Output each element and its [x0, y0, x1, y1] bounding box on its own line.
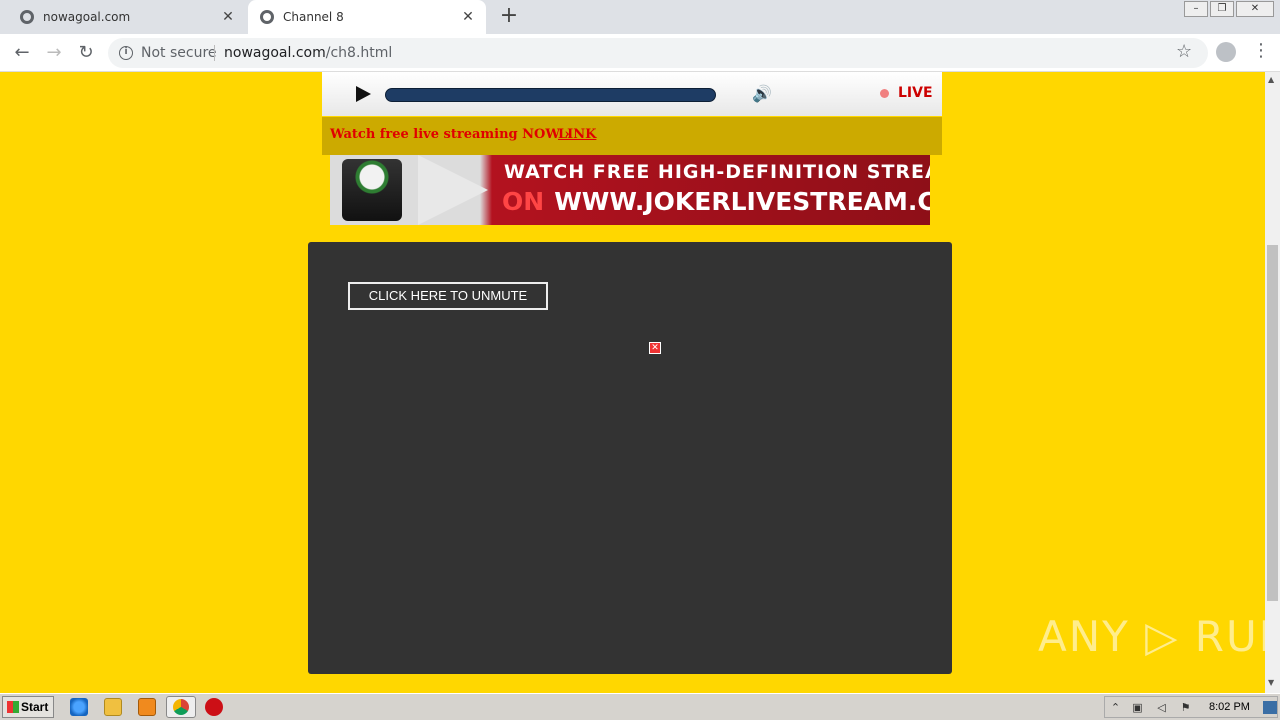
url-separator: [214, 45, 215, 61]
profile-avatar-icon[interactable]: [1216, 42, 1236, 62]
promo-text[interactable]: Watch free live streaming NOW ›: [330, 127, 570, 142]
tab-channel-8[interactable]: Channel 8 ✕: [248, 0, 486, 34]
ad-banner[interactable]: WATCH FREE HIGH-DEFINITION STREAMS ON WWW…: [330, 155, 930, 225]
banner-headline: WATCH FREE HIGH-DEFINITION STREAMS: [504, 161, 930, 183]
live-label: LIVE: [898, 85, 933, 101]
page-content: 🔊 LIVE Watch free live streaming NOW › L…: [0, 72, 1265, 693]
tab-title: nowagoal.com: [43, 10, 131, 24]
promo-bar: Watch free live streaming NOW › LINK: [322, 117, 942, 155]
volume-tray-icon[interactable]: ◁: [1155, 701, 1168, 714]
bookmark-star-icon[interactable]: ☆: [1176, 41, 1192, 62]
start-button[interactable]: Start: [2, 696, 54, 718]
close-tab-icon[interactable]: ✕: [220, 9, 236, 25]
clock[interactable]: 8:02 PM: [1209, 701, 1250, 713]
volume-icon[interactable]: 🔊: [752, 84, 772, 103]
tab-nowagoal[interactable]: nowagoal.com ✕: [8, 0, 246, 34]
scroll-up-icon[interactable]: ▲: [1268, 75, 1274, 84]
back-button[interactable]: ←: [10, 41, 34, 65]
security-label[interactable]: Not secure: [141, 45, 217, 61]
reload-button[interactable]: ↻: [74, 41, 98, 65]
close-tab-icon[interactable]: ✕: [460, 9, 476, 25]
info-icon[interactable]: i: [119, 46, 133, 60]
windows-taskbar: Start ⌃ ▣ ◁ ⚑ 8:02 PM: [0, 693, 1280, 720]
chrome-taskbar-button[interactable]: [166, 696, 196, 718]
address-bar[interactable]: i Not secure nowagoal.com/ch8.html: [108, 38, 1208, 68]
ie-icon[interactable]: [70, 698, 88, 716]
tab-strip: nowagoal.com ✕ Channel 8 ✕ + – ❐ ✕: [0, 0, 1280, 34]
system-tray: ⌃ ▣ ◁ ⚑ 8:02 PM: [1104, 696, 1278, 718]
browser-menu-icon[interactable]: ⋮: [1252, 40, 1270, 61]
video-player[interactable]: CLICK HERE TO UNMUTE ✕: [308, 242, 952, 674]
url-path: /ch8.html: [325, 45, 393, 61]
url-host: nowagoal.com: [224, 45, 326, 61]
forward-button[interactable]: →: [42, 41, 66, 65]
network-icon[interactable]: ▣: [1131, 701, 1144, 714]
show-hidden-icons-icon[interactable]: ⌃: [1109, 701, 1122, 714]
banner-on: ON: [502, 187, 545, 216]
joker-image: [342, 159, 402, 221]
explorer-icon[interactable]: [104, 698, 122, 716]
audio-player: 🔊 LIVE: [322, 72, 942, 116]
media-player-icon[interactable]: [138, 698, 156, 716]
opera-icon[interactable]: [205, 698, 223, 716]
vertical-scrollbar[interactable]: ▲ ▼: [1265, 72, 1280, 693]
show-desktop-icon[interactable]: [1263, 701, 1277, 714]
banner-arrow: [418, 155, 488, 225]
browser-toolbar: ← → ↻ i Not secure nowagoal.com/ch8.html: [0, 34, 1280, 72]
windows-logo-icon: [7, 701, 19, 713]
progress-bar[interactable]: [385, 88, 716, 102]
action-center-flag-icon[interactable]: ⚑: [1179, 701, 1192, 714]
start-label: Start: [21, 700, 49, 714]
scroll-down-icon[interactable]: ▼: [1268, 678, 1274, 687]
broken-image-icon: ✕: [649, 342, 661, 354]
banner-url: WWW.JOKERLIVESTREAM.COM: [554, 187, 930, 216]
live-dot-icon: [880, 89, 889, 98]
promo-link[interactable]: LINK: [558, 127, 596, 142]
unmute-button[interactable]: CLICK HERE TO UNMUTE: [348, 282, 548, 310]
anyrun-watermark: ANY ▷ RUN: [1038, 612, 1265, 661]
minimize-button[interactable]: –: [1184, 1, 1208, 17]
scrollbar-thumb[interactable]: [1267, 245, 1278, 601]
chrome-icon: [173, 699, 189, 715]
banner-url-line: ON WWW.JOKERLIVESTREAM.COM: [502, 187, 930, 216]
globe-icon: [20, 10, 34, 24]
url-text[interactable]: nowagoal.com/ch8.html: [224, 45, 392, 61]
play-icon[interactable]: [356, 86, 371, 102]
globe-icon: [260, 10, 274, 24]
close-window-button[interactable]: ✕: [1236, 1, 1274, 17]
new-tab-button[interactable]: +: [498, 5, 520, 27]
tab-title: Channel 8: [283, 10, 344, 24]
restore-button[interactable]: ❐: [1210, 1, 1234, 17]
